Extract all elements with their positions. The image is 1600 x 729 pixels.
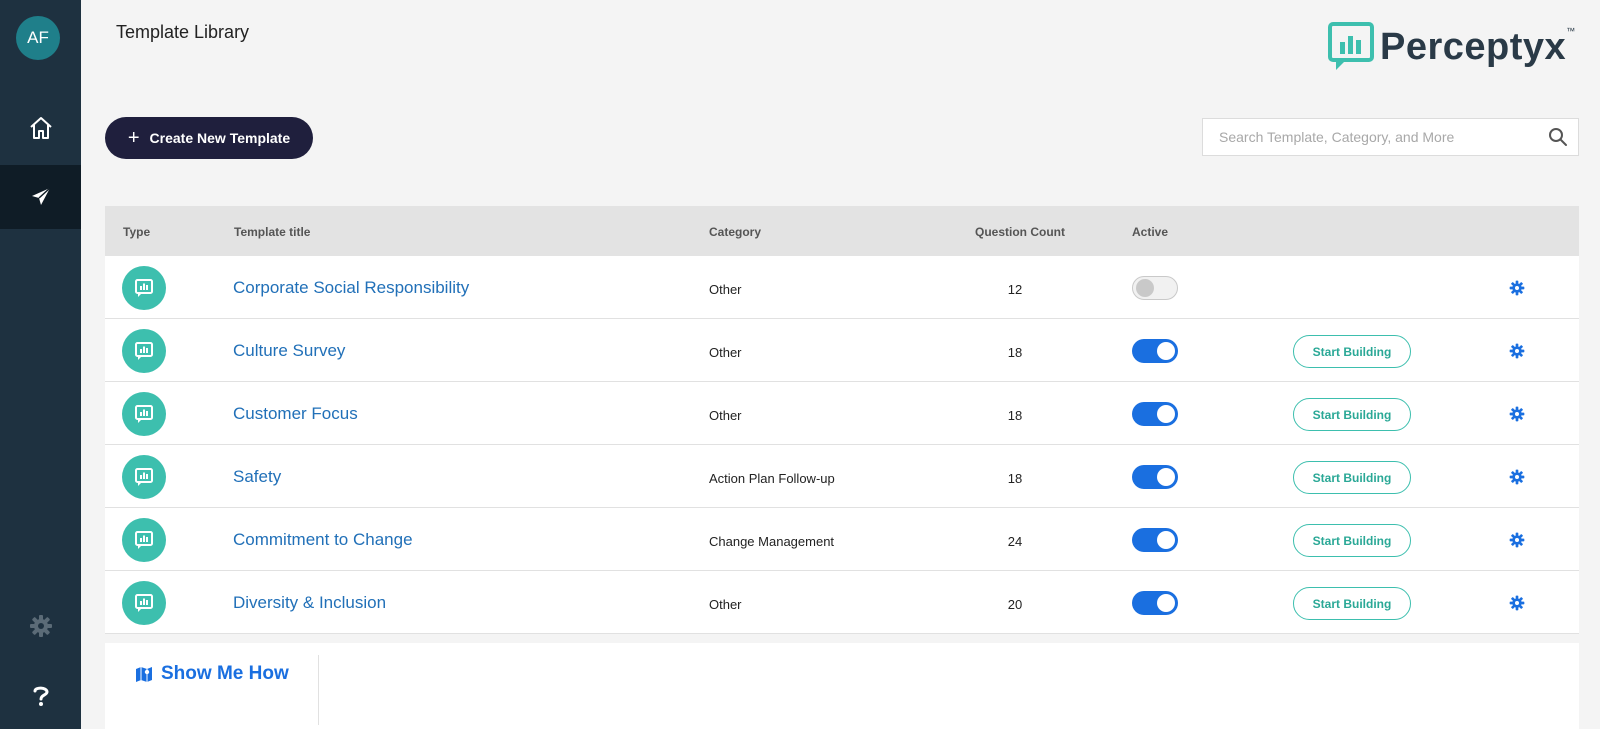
template-category: Other — [709, 345, 742, 360]
survey-type-icon — [122, 266, 166, 310]
home-icon — [29, 117, 52, 139]
header-question-count: Question Count — [975, 225, 1065, 239]
survey-chart-icon — [135, 594, 153, 612]
survey-type-icon — [122, 455, 166, 499]
search-box — [1202, 118, 1579, 156]
survey-chart-icon — [135, 279, 153, 297]
sidebar-item-settings[interactable] — [0, 602, 81, 650]
template-title-link[interactable]: Commitment to Change — [233, 530, 413, 550]
template-question-count: 18 — [1007, 408, 1023, 423]
template-title-link[interactable]: Safety — [233, 467, 281, 487]
create-new-template-label: Create New Template — [149, 130, 291, 146]
header-type: Type — [123, 225, 151, 239]
gear-icon — [29, 615, 52, 637]
start-building-button[interactable]: Start Building — [1293, 587, 1411, 620]
toggle-knob — [1157, 594, 1175, 612]
template-title-link[interactable]: Customer Focus — [233, 404, 358, 424]
toggle-knob — [1157, 405, 1175, 423]
toggle-knob — [1136, 279, 1154, 297]
template-question-count: 18 — [1007, 345, 1023, 360]
sidebar-item-help[interactable] — [0, 670, 81, 722]
sidebar: AF — [0, 0, 81, 729]
footer-divider — [318, 655, 319, 725]
template-title-link[interactable]: Diversity & Inclusion — [233, 593, 386, 613]
template-title-link[interactable]: Corporate Social Responsibility — [233, 278, 469, 298]
header-template-title: Template title — [234, 225, 311, 239]
show-me-how-button[interactable]: Show Me How — [135, 663, 289, 685]
table-header: Type Template title Category Question Co… — [105, 206, 1579, 256]
gear-icon[interactable] — [1509, 469, 1525, 485]
question-icon — [33, 686, 49, 706]
start-building-button[interactable]: Start Building — [1293, 524, 1411, 557]
template-category: Change Management — [709, 534, 835, 549]
sidebar-item-home[interactable] — [0, 96, 81, 160]
paper-plane-icon — [31, 187, 51, 205]
header-active: Active — [1132, 225, 1169, 239]
templates-table: Type Template title Category Question Co… — [105, 206, 1579, 634]
toggle-knob — [1157, 531, 1175, 549]
brand-trademark: ™ — [1566, 26, 1576, 36]
start-building-button[interactable]: Start Building — [1293, 335, 1411, 368]
gear-icon[interactable] — [1509, 280, 1525, 296]
survey-chart-icon — [135, 405, 153, 423]
template-question-count: 24 — [1007, 534, 1023, 549]
start-building-button[interactable]: Start Building — [1293, 398, 1411, 431]
gear-icon[interactable] — [1509, 532, 1525, 548]
footer-bar: Show Me How — [105, 643, 1579, 729]
survey-type-icon — [122, 581, 166, 625]
gear-icon[interactable] — [1509, 595, 1525, 611]
survey-type-icon — [122, 329, 166, 373]
table-row: Diversity & Inclusion Other 20 Start Bui… — [105, 571, 1579, 634]
survey-chart-icon — [135, 468, 153, 486]
create-new-template-button[interactable]: + Create New Template — [105, 117, 313, 159]
plus-icon: + — [127, 127, 140, 149]
survey-type-icon — [122, 518, 166, 562]
template-question-count: 20 — [1007, 597, 1023, 612]
template-category: Other — [709, 597, 742, 612]
toggle-knob — [1157, 342, 1175, 360]
perceptyx-logo-icon — [1328, 22, 1374, 70]
active-toggle[interactable] — [1132, 276, 1178, 300]
active-toggle[interactable] — [1132, 465, 1178, 489]
start-building-button[interactable]: Start Building — [1293, 461, 1411, 494]
avatar[interactable]: AF — [16, 16, 60, 60]
page-title: Template Library — [116, 22, 250, 42]
brand-logo: Perceptyx ™ — [1328, 20, 1575, 74]
active-toggle[interactable] — [1132, 528, 1178, 552]
sidebar-item-surveys[interactable] — [0, 165, 81, 229]
table-row: Commitment to Change Change Management 2… — [105, 508, 1579, 571]
gear-icon[interactable] — [1509, 406, 1525, 422]
search-input[interactable] — [1203, 119, 1523, 155]
template-question-count: 12 — [1007, 282, 1023, 297]
gear-icon[interactable] — [1509, 343, 1525, 359]
table-row: Corporate Social Responsibility Other 12 — [105, 256, 1579, 319]
active-toggle[interactable] — [1132, 402, 1178, 426]
toggle-knob — [1157, 468, 1175, 486]
table-row: Safety Action Plan Follow-up 18 Start Bu… — [105, 445, 1579, 508]
template-title-link[interactable]: Culture Survey — [233, 341, 345, 361]
search-icon[interactable] — [1548, 127, 1568, 147]
template-category: Other — [709, 408, 742, 423]
survey-chart-icon — [135, 531, 153, 549]
map-icon — [136, 667, 152, 682]
active-toggle[interactable] — [1132, 591, 1178, 615]
brand-name: Perceptyx — [1380, 25, 1567, 68]
table-row: Customer Focus Other 18 Start Building — [105, 382, 1579, 445]
survey-type-icon — [122, 392, 166, 436]
template-category: Action Plan Follow-up — [709, 471, 835, 486]
survey-chart-icon — [135, 342, 153, 360]
table-row: Culture Survey Other 18 Start Building — [105, 319, 1579, 382]
template-category: Other — [709, 282, 742, 297]
header-category: Category — [709, 225, 762, 239]
show-me-how-label: Show Me How — [161, 663, 289, 684]
template-question-count: 18 — [1007, 471, 1023, 486]
active-toggle[interactable] — [1132, 339, 1178, 363]
